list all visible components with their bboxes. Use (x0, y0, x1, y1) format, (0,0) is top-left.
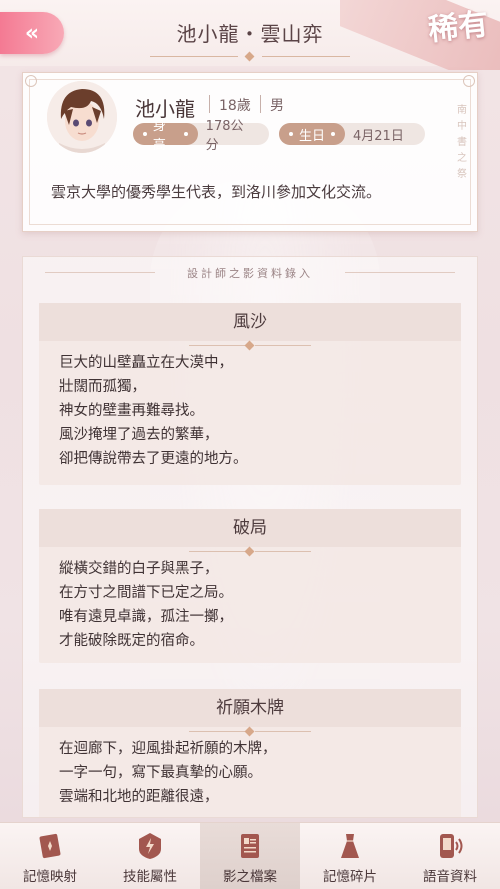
record-line: 在迴廊下，迎風掛起祈願的木牌， (59, 741, 277, 757)
record-title: 祈願木牌 (39, 689, 461, 727)
title-ornament (150, 51, 350, 62)
rarity-label: 稀有 (426, 6, 491, 49)
birthday-label: 生日 (299, 128, 326, 144)
record-line: 一字一句，寫下最真摯的心願。 (59, 765, 262, 781)
height-value: 178公分 (205, 119, 244, 153)
profile-card: 池小龍 18歲 男 身高 178公分 生日 4月21日 雲京大學的優秀學生代表，… (22, 72, 478, 232)
character-gender: 男 (270, 98, 284, 114)
record-line: 巨大的山壁矗立在大漠中， (59, 355, 233, 371)
record-line: 才能破除既定的宿命。 (59, 633, 204, 649)
nav-skill-attributes[interactable]: 技能屬性 (100, 823, 200, 889)
record-title: 破局 (39, 509, 461, 547)
record-line: 縱橫交錯的白子與黑子， (59, 561, 219, 577)
record-line: 神女的壁畫再難尋找。 (59, 403, 204, 419)
nav-shadow-profile[interactable]: 影之檔案 (200, 823, 300, 889)
record-line: 卻把傳說帶去了更遠的地方。 (59, 451, 248, 467)
nav-memory-mapping[interactable]: 記憶映射 (0, 823, 100, 889)
side-decoration-text: 南 中 書 之 祭 (457, 105, 467, 180)
character-age: 18歲 (219, 98, 251, 114)
character-description: 雲京大學的優秀學生代表，到洛川參加文化交流。 (51, 183, 382, 201)
record-title: 風沙 (39, 303, 461, 341)
height-pill: 身高 178公分 (133, 119, 269, 153)
record-line: 雲端和北地的距離很遠， (59, 789, 219, 805)
birthday-value: 4月21日 (353, 128, 404, 144)
profile-document-icon (241, 834, 259, 858)
record-card: 破局 縱橫交錯的白子與黑子， 在方寸之間譜下已定之局。 唯有遠見卓識，孤注一擲，… (39, 509, 461, 663)
record-card: 風沙 巨大的山壁矗立在大漠中， 壯闊而孤獨， 神女的壁畫再難尋找。 風沙掩埋了過… (39, 303, 461, 485)
records-panel[interactable]: 設計師之影資料錄入 風沙 巨大的山壁矗立在大漠中， 壯闊而孤獨， 神女的壁畫再難… (22, 256, 478, 818)
birthday-pill: 生日 4月21日 (279, 123, 425, 145)
top-bar: « 池小龍・雲山弈 稀有 (0, 0, 500, 70)
bottom-navigation: 記憶映射 技能屬性 影之檔案 記憶碎片 語音資料 (0, 822, 500, 889)
records-heading: 設計師之影資料錄入 (187, 267, 313, 280)
record-line: 唯有遠見卓識，孤注一擲， (59, 609, 233, 625)
rarity-badge: 稀有 (340, 0, 500, 70)
record-line: 壯闊而孤獨， (59, 379, 146, 395)
nav-voice-data[interactable]: 語音資料 (400, 823, 500, 889)
nav-memory-fragments[interactable]: 記憶碎片 (300, 823, 400, 889)
memory-card-icon (39, 833, 61, 859)
character-avatar (47, 81, 117, 153)
record-card: 祈願木牌 在迴廊下，迎風掛起祈願的木牌， 一字一句，寫下最真摯的心願。 雲端和北… (39, 689, 461, 817)
phone-audio-icon (440, 834, 463, 858)
record-line: 在方寸之間譜下已定之局。 (59, 585, 233, 601)
height-label: 身高 (152, 119, 166, 153)
record-line: 風沙掩埋了過去的繁華， (59, 427, 219, 443)
lightning-shield-icon (139, 833, 161, 859)
dress-icon (341, 834, 359, 858)
